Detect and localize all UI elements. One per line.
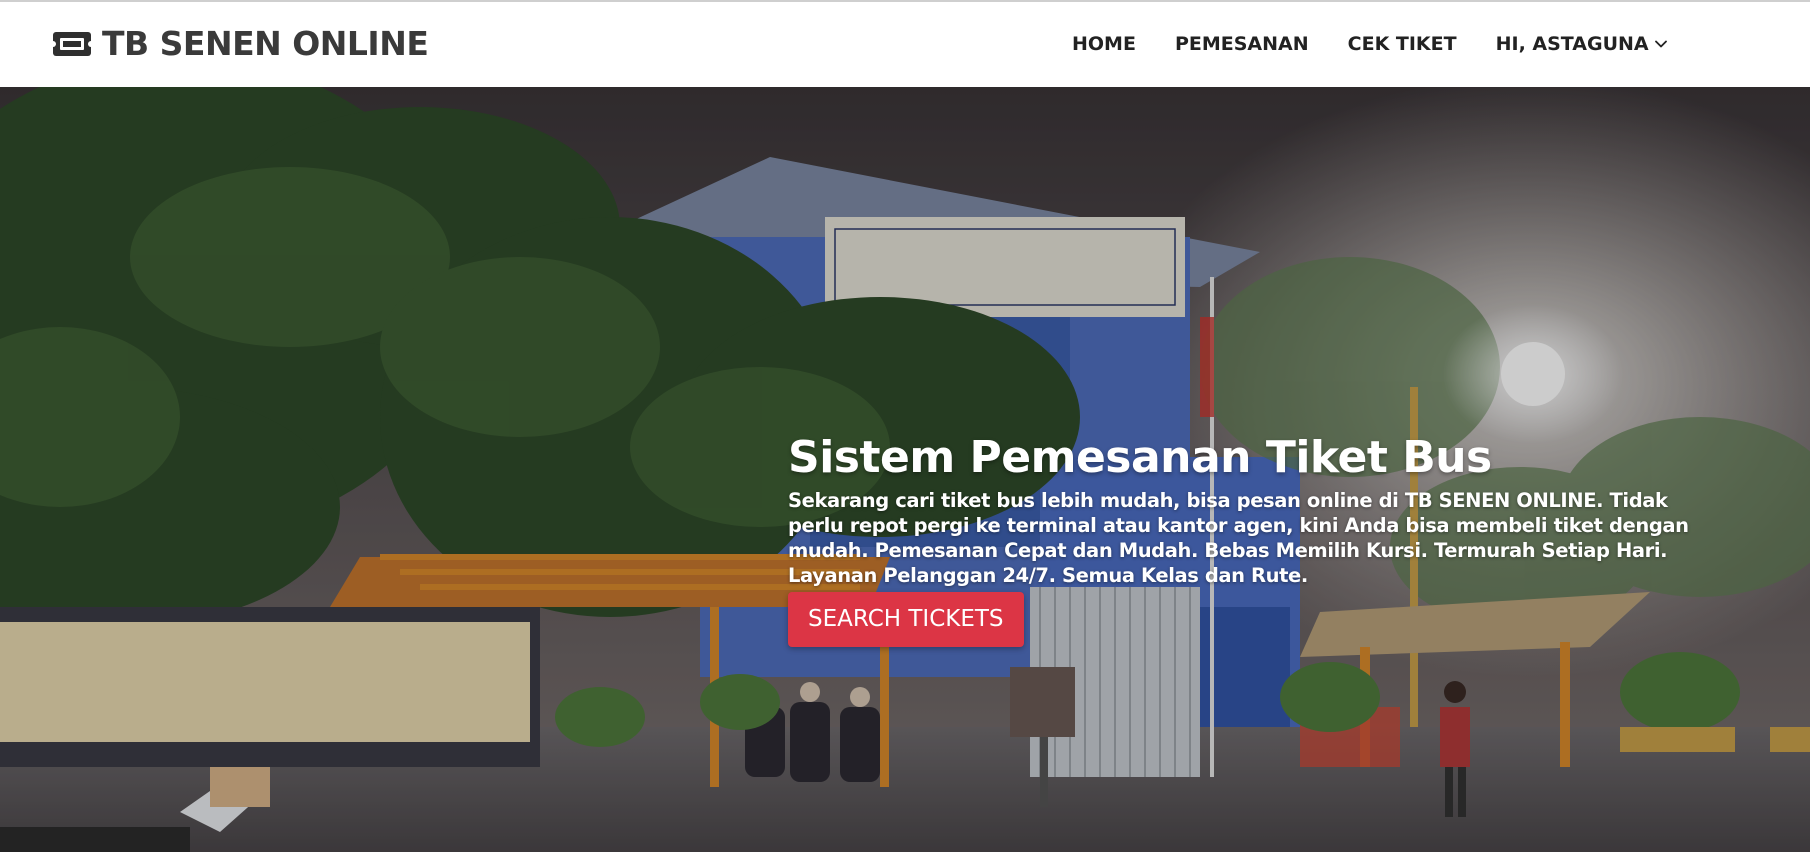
nav-pemesanan[interactable]: PEMESANAN bbox=[1175, 33, 1309, 55]
nav-cek-tiket[interactable]: CEK TIKET bbox=[1348, 33, 1457, 55]
ticket-icon bbox=[52, 31, 92, 56]
brand-name: TB SENEN ONLINE bbox=[102, 24, 429, 63]
hero-title: Sistem Pemesanan Tiket Bus bbox=[788, 432, 1492, 483]
navbar: TB SENEN ONLINE HOME PEMESANAN CEK TIKET… bbox=[0, 2, 1810, 87]
search-tickets-button[interactable]: SEARCH TICKETS bbox=[788, 592, 1024, 647]
user-greeting: HI, ASTAGUNA bbox=[1495, 33, 1649, 55]
hero-section: Sistem Pemesanan Tiket Bus Sekarang cari… bbox=[0, 87, 1810, 852]
hero-content: Sistem Pemesanan Tiket Bus Sekarang cari… bbox=[788, 432, 1728, 647]
hero-description: Sekarang cari tiket bus lebih mudah, bis… bbox=[788, 489, 1689, 587]
nav-user-dropdown[interactable]: HI, ASTAGUNA bbox=[1496, 33, 1667, 55]
chevron-down-icon bbox=[1654, 40, 1667, 48]
main-nav: HOME PEMESANAN CEK TIKET HI, ASTAGUNA bbox=[1072, 33, 1667, 55]
nav-home[interactable]: HOME bbox=[1072, 33, 1136, 55]
brand-logo-link[interactable]: TB SENEN ONLINE bbox=[52, 24, 429, 63]
